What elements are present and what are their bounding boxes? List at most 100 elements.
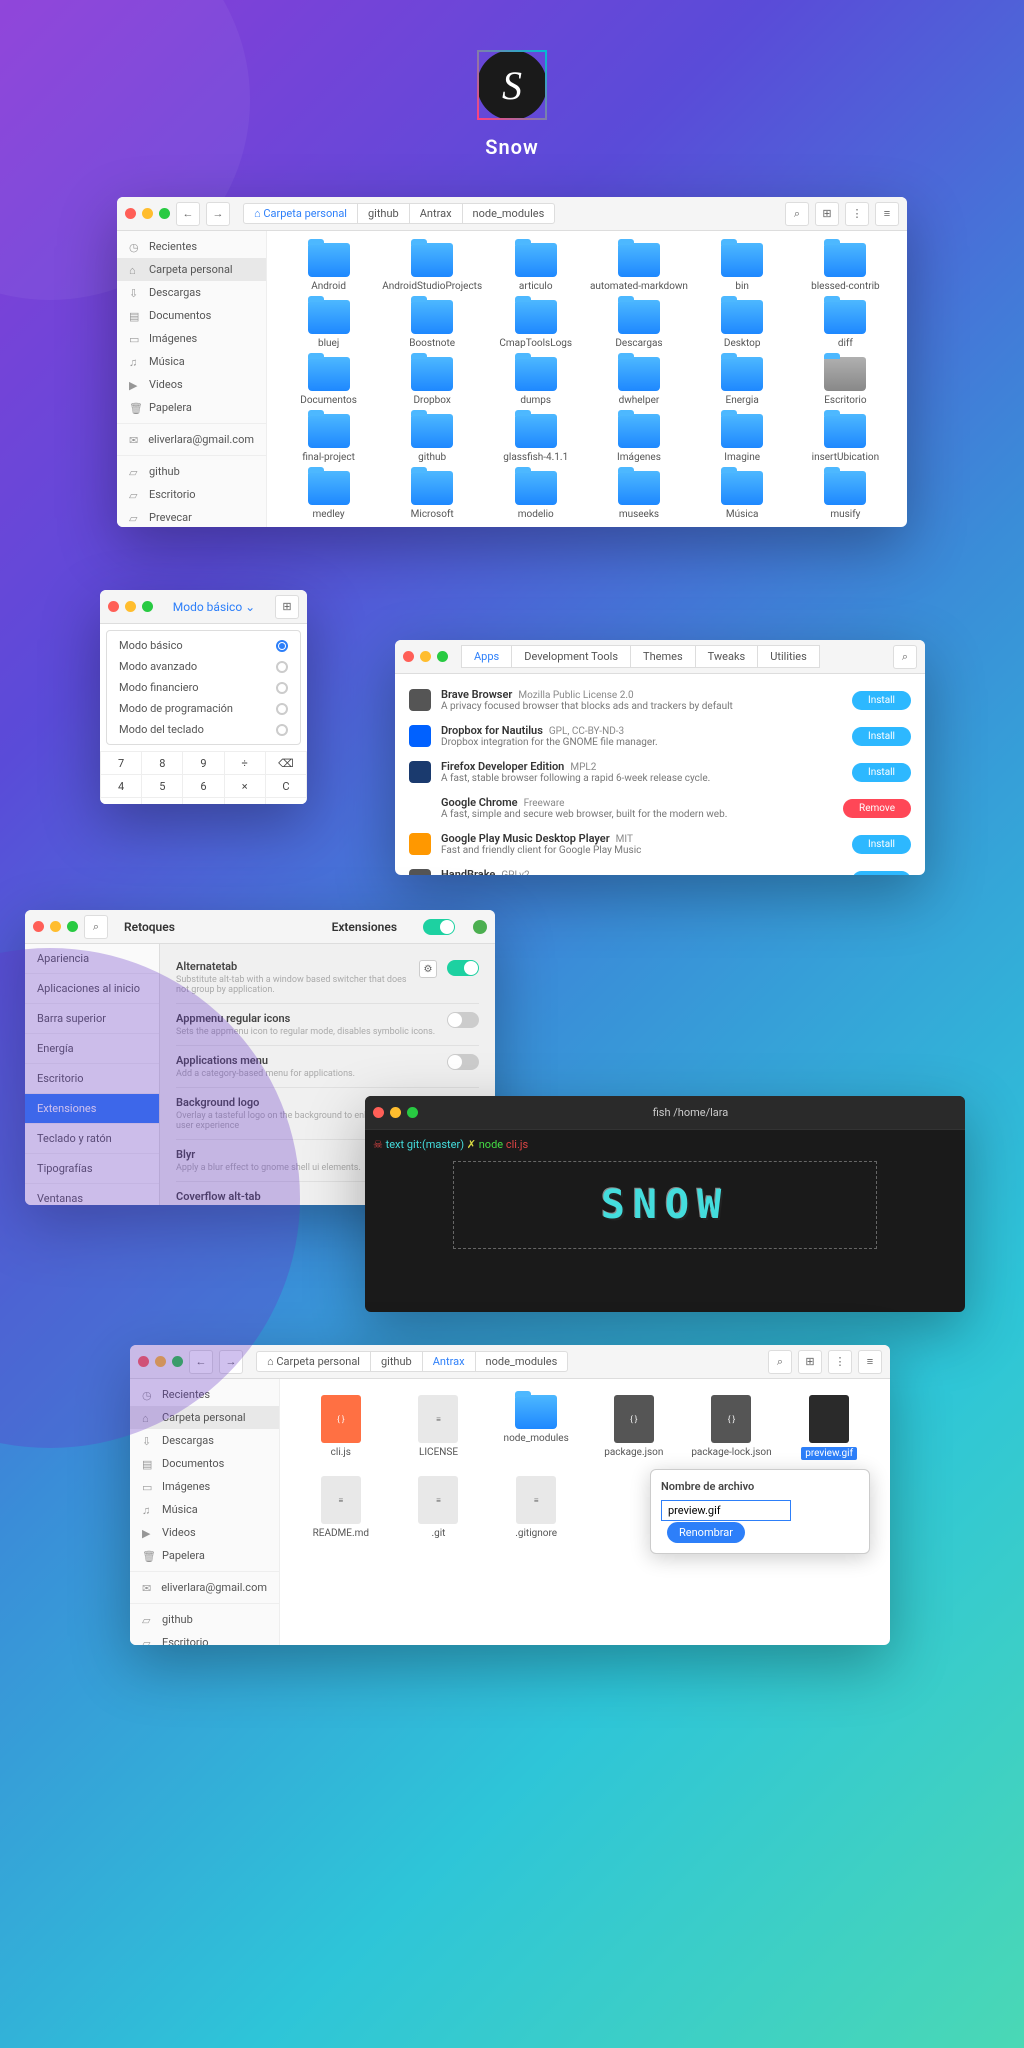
back-button[interactable]: ← — [176, 202, 200, 226]
breadcrumb-item[interactable]: Antrax — [422, 1351, 476, 1372]
sidebar-item[interactable]: ✉eliverlara@gmail.com — [130, 1576, 279, 1599]
breadcrumb-item[interactable]: Antrax — [409, 203, 463, 224]
file-item[interactable]: { }cli.js — [296, 1395, 386, 1460]
folder-item[interactable]: Música — [693, 471, 792, 520]
gear-icon[interactable]: ⚙ — [419, 960, 437, 978]
calc-key[interactable]: 5 — [142, 775, 182, 797]
folder-item[interactable]: bluej — [279, 300, 378, 349]
folder-item[interactable]: Android — [279, 243, 378, 292]
sidebar-item[interactable]: ⇩Descargas — [117, 281, 266, 304]
terminal-body[interactable]: ☠ text git:(master) ✗ node cli.js SNOW — [365, 1130, 965, 1312]
category-tab[interactable]: Themes — [630, 645, 696, 668]
minimize-icon[interactable] — [125, 601, 136, 612]
calc-key[interactable]: 8 — [142, 752, 182, 774]
calc-key[interactable]: 2 — [142, 798, 182, 804]
back-button[interactable]: ← — [189, 1350, 213, 1374]
folder-item[interactable]: blessed-contrib — [796, 243, 895, 292]
calc-mode-option[interactable]: Modo avanzado — [111, 656, 296, 677]
maximize-icon[interactable] — [67, 921, 78, 932]
folder-item[interactable]: musify — [796, 471, 895, 520]
folder-item[interactable]: Imágenes — [589, 414, 688, 463]
calc-mode-option[interactable]: Modo de programación — [111, 698, 296, 719]
sidebar-item[interactable]: ♫Música — [130, 1498, 279, 1521]
calc-key[interactable]: C — [266, 775, 306, 797]
minimize-icon[interactable] — [420, 651, 431, 662]
folder-item[interactable]: museeks — [589, 471, 688, 520]
category-tab[interactable]: Tweaks — [695, 645, 759, 668]
extension-toggle[interactable] — [447, 1012, 479, 1028]
sidebar-item[interactable]: ⌂Carpeta personal — [130, 1406, 279, 1429]
file-item[interactable]: node_modules — [491, 1395, 581, 1460]
install-button[interactable]: Install — [852, 727, 911, 746]
folder-item[interactable]: Boostnote — [382, 300, 482, 349]
calc-mode-option[interactable]: Modo financiero — [111, 677, 296, 698]
search-icon[interactable]: ⌕ — [768, 1350, 792, 1374]
calc-key[interactable]: − — [225, 798, 265, 804]
sidebar-item[interactable]: ◷Recientes — [130, 1383, 279, 1406]
rename-input[interactable] — [661, 1500, 791, 1521]
sidebar-item[interactable]: ▭Imágenes — [130, 1475, 279, 1498]
minimize-icon[interactable] — [50, 921, 61, 932]
file-item[interactable]: ≡.gitignore — [491, 1476, 581, 1539]
tweaks-sidebar-item[interactable]: Apariencia — [25, 944, 159, 974]
sidebar-item[interactable]: ▶Videos — [117, 373, 266, 396]
tweaks-sidebar-item[interactable]: Extensiones — [25, 1094, 159, 1124]
calc-mode-option[interactable]: Modo básico — [111, 635, 296, 656]
sidebar-item[interactable]: ◷Recientes — [117, 235, 266, 258]
sidebar-item[interactable]: ✉eliverlara@gmail.com — [117, 428, 266, 451]
folder-item[interactable]: insertUbication — [796, 414, 895, 463]
install-button[interactable]: Install — [852, 835, 911, 854]
breadcrumb-item[interactable]: node_modules — [475, 1351, 569, 1372]
calc-key[interactable]: × — [225, 775, 265, 797]
sidebar-item[interactable]: ▭Imágenes — [117, 327, 266, 350]
search-icon[interactable]: ⌕ — [84, 915, 108, 939]
forward-button[interactable]: → — [219, 1350, 243, 1374]
sidebar-item[interactable]: ⌂Carpeta personal — [117, 258, 266, 281]
rename-button[interactable]: Renombrar — [667, 1522, 745, 1543]
category-tab[interactable]: Development Tools — [511, 645, 631, 668]
category-tab[interactable]: Utilities — [757, 645, 820, 668]
maximize-icon[interactable] — [172, 1356, 183, 1367]
folder-item[interactable]: diff — [796, 300, 895, 349]
breadcrumb-item[interactable]: ⌂ Carpeta personal — [243, 203, 358, 224]
install-button[interactable]: Install — [852, 691, 911, 710]
folder-item[interactable]: medley — [279, 471, 378, 520]
folder-item[interactable]: dwhelper — [589, 357, 688, 406]
tweaks-sidebar-item[interactable]: Barra superior — [25, 1004, 159, 1034]
folder-item[interactable]: Escritorio — [796, 357, 895, 406]
tweaks-sidebar-item[interactable]: Ventanas — [25, 1184, 159, 1205]
sidebar-item[interactable]: ▱Prevecar — [117, 506, 266, 527]
folder-item[interactable]: Descargas — [589, 300, 688, 349]
file-item[interactable]: preview.gif — [784, 1395, 874, 1460]
sidebar-item[interactable]: ▱Escritorio — [117, 483, 266, 506]
folder-item[interactable]: glassfish-4.1.1 — [486, 414, 585, 463]
folder-item[interactable]: articulo — [486, 243, 585, 292]
maximize-icon[interactable] — [437, 651, 448, 662]
search-icon[interactable]: ⌕ — [785, 202, 809, 226]
sidebar-item[interactable]: ▱github — [117, 460, 266, 483]
close-icon[interactable] — [33, 921, 44, 932]
tweaks-sidebar-item[interactable]: Escritorio — [25, 1064, 159, 1094]
file-item[interactable]: ≡README.md — [296, 1476, 386, 1539]
sidebar-item[interactable]: ▱Escritorio — [130, 1631, 279, 1645]
view-icon[interactable]: ⊞ — [798, 1350, 822, 1374]
sidebar-item[interactable]: ▤Documentos — [130, 1452, 279, 1475]
close-icon[interactable] — [125, 208, 136, 219]
tweaks-sidebar-item[interactable]: Aplicaciones al inicio — [25, 974, 159, 1004]
folder-item[interactable]: Imagine — [693, 414, 792, 463]
folder-item[interactable]: modelio — [486, 471, 585, 520]
tweaks-sidebar-item[interactable]: Tipografías — [25, 1154, 159, 1184]
folder-item[interactable]: github — [382, 414, 482, 463]
folder-item[interactable]: Microsoft — [382, 471, 482, 520]
breadcrumb-item[interactable]: node_modules — [462, 203, 556, 224]
folder-item[interactable]: CmapToolsLogs — [486, 300, 585, 349]
minimize-icon[interactable] — [155, 1356, 166, 1367]
breadcrumb-item[interactable]: ⌂ Carpeta personal — [256, 1351, 371, 1372]
close-icon[interactable] — [138, 1356, 149, 1367]
close-icon[interactable] — [373, 1107, 384, 1118]
sidebar-item[interactable]: ♫Música — [117, 350, 266, 373]
forward-button[interactable]: → — [206, 202, 230, 226]
calc-key[interactable]: 9 — [183, 752, 223, 774]
file-item[interactable]: ≡.git — [394, 1476, 484, 1539]
close-icon[interactable] — [108, 601, 119, 612]
